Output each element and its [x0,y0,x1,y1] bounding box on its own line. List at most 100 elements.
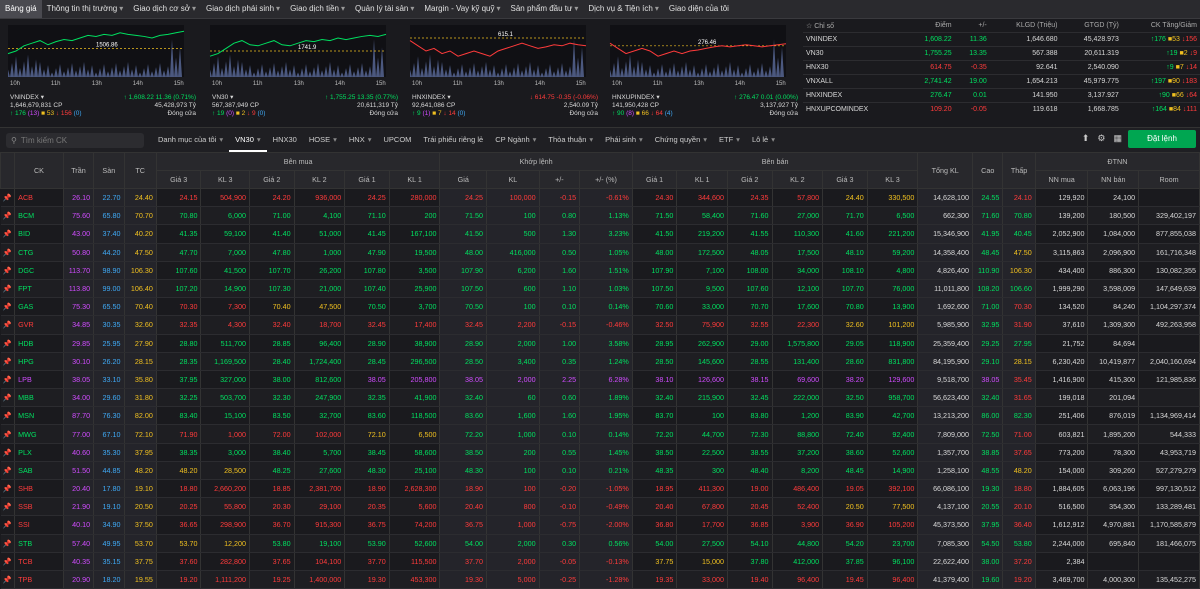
ask-price[interactable]: 108.00 [727,261,773,280]
ask-price[interactable]: 32.60 [822,315,868,335]
pin-icon[interactable]: 📌 [0,424,16,444]
bid-price[interactable]: 24.25 [344,188,390,208]
bid-price[interactable]: 28.85 [249,334,295,353]
nav-item[interactable]: Giao dịch tiền ▾ [285,0,350,18]
ask-price[interactable]: 36.90 [822,515,868,535]
header-high[interactable]: Cao [972,152,1004,189]
ask-price[interactable]: 108.10 [822,261,868,280]
ask-price[interactable]: 32.45 [727,388,773,408]
ask-price[interactable]: 28.50 [632,352,678,371]
stock-row[interactable]: 📌 SSB 21.90 19.10 20.50 20.25 55,800 20.30 29,10… [0,497,1200,517]
ask-price[interactable]: 38.20 [822,370,868,390]
pin-icon[interactable]: 📌 [0,297,16,317]
pin-icon[interactable]: 📌 [0,552,16,571]
bid-price[interactable]: 38.00 [249,370,295,390]
stock-symbol[interactable]: SSI [14,515,64,535]
bid-price[interactable]: 107.80 [344,261,390,280]
bid-price[interactable]: 32.35 [344,388,390,408]
ask-price[interactable]: 70.60 [632,297,678,317]
nav-item[interactable]: Thông tin thị trường ▾ [42,0,129,18]
ask-price[interactable]: 32.50 [822,388,868,408]
ask-price[interactable]: 32.55 [727,315,773,335]
ask-price[interactable]: 107.60 [727,279,773,299]
header-floor[interactable]: Sàn [93,152,125,189]
nav-item[interactable]: Margin - Vay kỹ quỹ ▾ [419,0,505,18]
ask-price[interactable]: 19.35 [632,570,678,589]
pin-icon[interactable]: 📌 [0,515,16,535]
bid-price[interactable]: 70.30 [156,297,202,317]
bid-price[interactable]: 41.45 [344,224,390,244]
ask-price[interactable]: 48.45 [822,461,868,481]
index-table-row[interactable]: VNXALL 2,741.42 19.00 1,654.213 45,979.775 ↑1… [803,74,1200,89]
ask-price[interactable]: 71.70 [822,206,868,226]
market-tab[interactable]: Danh mục của tôi ▾ [152,128,229,152]
pin-icon[interactable]: 📌 [0,388,16,408]
bid-price[interactable]: 32.30 [249,388,295,408]
market-tab[interactable]: HOSE ▾ [303,128,343,152]
pin-icon[interactable]: 📌 [0,479,16,499]
bid-price[interactable]: 71.90 [156,424,202,444]
bid-price[interactable]: 107.70 [249,261,295,280]
search-input[interactable]: Tìm kiếm CK [21,136,67,145]
ask-price[interactable]: 20.45 [727,497,773,517]
market-tab[interactable]: Phái sinh ▾ [599,128,649,152]
ask-price[interactable]: 72.30 [727,424,773,444]
ask-price[interactable]: 28.60 [822,352,868,371]
header-ceiling[interactable]: Trần [62,152,95,189]
ask-price[interactable]: 28.55 [727,352,773,371]
bid-price[interactable]: 28.45 [344,352,390,371]
settings-icon[interactable]: ⚙ [1097,133,1105,144]
stock-row[interactable]: 📌 DGC 113.70 98.90 106.30 107.60 41,500 107.70 2… [0,261,1200,280]
ask-price[interactable]: 19.00 [727,479,773,499]
stock-row[interactable]: 📌 HPG 30.10 26.20 28.15 28.35 1,169,500 28.40 1,… [0,352,1200,371]
stock-row[interactable]: 📌 SHB 20.40 17.80 19.10 18.80 2,660,200 18.85 2,… [0,479,1200,499]
ask-price[interactable]: 72.20 [632,424,678,444]
pin-icon[interactable]: 📌 [0,370,16,390]
index-chart[interactable]: 615.1 10h 11h 13h 14h 15h HNXINDEX ▾ ↓ 614.75 -… [406,21,598,121]
pin-icon[interactable]: 📌 [0,352,16,371]
ask-price[interactable]: 32.50 [632,315,678,335]
header-reference[interactable]: TC [123,152,157,189]
ask-price[interactable]: 24.40 [822,188,868,208]
bid-price[interactable]: 48.30 [344,461,390,481]
ask-price[interactable]: 38.10 [632,370,678,390]
stock-row[interactable]: 📌 BCM 75.60 65.80 70.70 70.80 6,000 71.00 4,100 7… [0,206,1200,226]
bid-price[interactable]: 70.80 [156,206,202,226]
stock-symbol[interactable]: LPB [14,370,64,390]
bid-price[interactable]: 19.30 [344,570,390,589]
bid-price[interactable]: 47.90 [344,243,390,262]
market-tab[interactable]: VN30 ▾ [229,128,267,152]
ask-price[interactable]: 54.20 [822,534,868,553]
nav-item[interactable]: Dịch vụ & Tiện ích ▾ [583,0,664,18]
ask-price[interactable]: 107.90 [632,261,678,280]
column-header[interactable]: Giá 3 [155,170,202,189]
bid-price[interactable]: 32.40 [249,315,295,335]
column-header[interactable]: KL 3 [866,170,919,189]
bid-price[interactable]: 18.80 [156,479,202,499]
bid-price[interactable]: 18.90 [344,479,390,499]
bid-price[interactable]: 36.70 [249,515,295,535]
ask-price[interactable]: 20.50 [822,497,868,517]
header-total-volume[interactable]: Tổng KL [917,152,974,189]
nav-item[interactable]: Giao dịch cơ sở ▾ [128,0,201,18]
grid-icon[interactable]: ▦ [1113,133,1122,144]
stock-row[interactable]: 📌 CTG 50.80 44.20 47.50 47.70 7,000 47.80 1,000 4… [0,243,1200,262]
ask-price[interactable]: 70.80 [822,297,868,317]
bid-price[interactable]: 28.80 [156,334,202,353]
column-header[interactable]: KL 3 [200,170,251,189]
stock-symbol[interactable]: BID [14,224,64,244]
bid-price[interactable]: 32.45 [344,315,390,335]
stock-row[interactable]: 📌 ACB 26.10 22.70 24.40 24.15 504,900 24.20 936,… [0,188,1200,208]
index-chart[interactable]: 1741.9 10h 11h 13h 14h 15h VN30 ▾ ↑ 1,755.25 13… [206,21,398,121]
column-header[interactable]: +/- (%) [579,170,633,189]
ask-price[interactable]: 19.40 [727,570,773,589]
bid-price[interactable]: 53.90 [344,534,390,553]
column-header[interactable]: KL [486,170,540,189]
ask-price[interactable]: 107.50 [632,279,678,299]
bid-price[interactable]: 72.00 [249,424,295,444]
pin-icon[interactable]: 📌 [0,406,16,426]
bid-price[interactable]: 38.45 [344,443,390,462]
search-box[interactable]: ⚲ Tìm kiếm CK [6,132,144,148]
ask-price[interactable]: 37.80 [727,552,773,571]
stock-row[interactable]: 📌 PLX 40.60 35.30 37.95 38.35 3,000 38.40 5,700 3… [0,443,1200,462]
